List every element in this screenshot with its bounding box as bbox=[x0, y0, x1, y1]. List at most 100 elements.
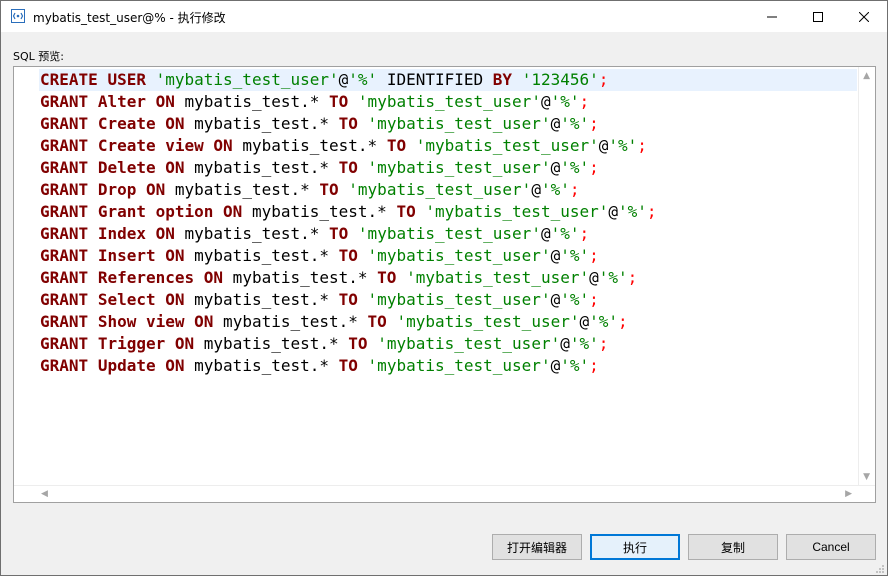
sql-token: ON bbox=[165, 356, 185, 375]
scroll-down-icon[interactable]: ▼ bbox=[863, 472, 870, 482]
sql-token: 'mybatis_test_user' bbox=[377, 334, 561, 353]
sql-token: ON bbox=[213, 136, 233, 155]
sql-token: TO bbox=[329, 224, 349, 243]
sql-token: ON bbox=[165, 114, 185, 133]
sql-token: Create view bbox=[97, 136, 204, 155]
scroll-right-icon[interactable]: ▶ bbox=[845, 489, 852, 499]
sql-token: @ bbox=[550, 356, 561, 375]
sql-line[interactable]: GRANT Delete ON mybatis_test.* TO 'mybat… bbox=[39, 157, 857, 179]
sql-token: USER bbox=[107, 70, 146, 89]
open-editor-button[interactable]: 打开编辑器 bbox=[492, 534, 582, 560]
sql-token: 'mybatis_test_user' bbox=[357, 92, 541, 111]
sql-token: References bbox=[97, 268, 195, 287]
sql-line[interactable]: GRANT Create view ON mybatis_test.* TO '… bbox=[39, 135, 857, 157]
sql-line[interactable]: GRANT References ON mybatis_test.* TO 'm… bbox=[39, 267, 857, 289]
title-bar[interactable]: mybatis_test_user@% - 执行修改 bbox=[1, 1, 887, 32]
sql-code-area[interactable]: CREATE USER 'mybatis_test_user'@'%' IDEN… bbox=[39, 69, 857, 486]
editor-gutter bbox=[14, 67, 38, 486]
sql-line[interactable]: GRANT Drop ON mybatis_test.* TO 'mybatis… bbox=[39, 179, 857, 201]
sql-token: @ bbox=[560, 334, 570, 353]
sql-token: @ bbox=[540, 224, 551, 243]
resize-grip-icon[interactable] bbox=[875, 563, 885, 573]
sql-token: GRANT bbox=[40, 312, 89, 331]
sql-token: mybatis_test.* bbox=[184, 356, 339, 375]
scroll-up-icon[interactable]: ▲ bbox=[863, 71, 870, 81]
sql-line[interactable]: GRANT Update ON mybatis_test.* TO 'mybat… bbox=[39, 355, 857, 377]
sql-token: TO bbox=[338, 246, 358, 265]
copy-button[interactable]: 复制 bbox=[688, 534, 778, 560]
sql-line[interactable]: GRANT Create ON mybatis_test.* TO 'mybat… bbox=[39, 113, 857, 135]
sql-token: CREATE bbox=[40, 70, 98, 89]
sql-token: Update bbox=[97, 356, 156, 375]
close-button[interactable] bbox=[841, 1, 887, 32]
sql-token: mybatis_test.* bbox=[223, 268, 378, 287]
sql-token: ; bbox=[589, 356, 599, 375]
sql-token: TO bbox=[338, 158, 358, 177]
database-user-icon bbox=[11, 9, 25, 23]
sql-token: GRANT bbox=[40, 356, 89, 375]
sql-token: @ bbox=[598, 136, 609, 155]
sql-token: ; bbox=[589, 158, 599, 177]
sql-token: ; bbox=[598, 70, 609, 89]
sql-line[interactable]: GRANT Insert ON mybatis_test.* TO 'mybat… bbox=[39, 245, 857, 267]
sql-line[interactable]: GRANT Alter ON mybatis_test.* TO 'mybati… bbox=[39, 91, 857, 113]
sql-line[interactable]: GRANT Select ON mybatis_test.* TO 'mybat… bbox=[39, 289, 857, 311]
window-title: mybatis_test_user@% - 执行修改 bbox=[33, 11, 226, 25]
sql-token: ; bbox=[627, 268, 638, 287]
minimize-button[interactable] bbox=[749, 1, 795, 32]
sql-token: ON bbox=[194, 312, 214, 331]
sql-token: GRANT bbox=[40, 158, 89, 177]
horizontal-scrollbar[interactable]: ◀ ▶ bbox=[14, 485, 875, 502]
sql-token: mybatis_test.* bbox=[184, 158, 339, 177]
sql-token: Show view bbox=[97, 312, 185, 331]
sql-line[interactable]: CREATE USER 'mybatis_test_user'@'%' IDEN… bbox=[39, 69, 857, 91]
sql-line[interactable]: GRANT Index ON mybatis_test.* TO 'mybati… bbox=[39, 223, 857, 245]
sql-line[interactable]: GRANT Show view ON mybatis_test.* TO 'my… bbox=[39, 311, 857, 333]
sql-token: '%' bbox=[550, 224, 580, 243]
sql-token: Create bbox=[97, 114, 156, 133]
sql-line[interactable]: GRANT Trigger ON mybatis_test.* TO 'myba… bbox=[39, 333, 857, 355]
sql-token: @ bbox=[589, 268, 599, 287]
sql-token: ON bbox=[174, 334, 195, 353]
sql-token: GRANT bbox=[40, 136, 89, 155]
sql-token: ; bbox=[618, 312, 628, 331]
sql-preview-editor[interactable]: CREATE USER 'mybatis_test_user'@'%' IDEN… bbox=[13, 66, 876, 503]
maximize-button[interactable] bbox=[795, 1, 841, 32]
execute-button[interactable]: 执行 bbox=[590, 534, 680, 560]
sql-preview-label: SQL 预览: bbox=[13, 50, 64, 63]
sql-token: mybatis_test.* bbox=[184, 114, 339, 133]
sql-token: 'mybatis_test_user' bbox=[357, 224, 541, 243]
sql-token: ; bbox=[637, 136, 647, 155]
sql-token: ; bbox=[589, 290, 599, 309]
sql-token: 'mybatis_test_user' bbox=[406, 268, 590, 287]
sql-token: TO bbox=[338, 114, 358, 133]
sql-token: 'mybatis_test_user' bbox=[348, 180, 532, 199]
sql-token: mybatis_test.* bbox=[242, 202, 397, 221]
vertical-scrollbar[interactable]: ▲ ▼ bbox=[858, 67, 875, 486]
sql-token: '%' bbox=[598, 268, 628, 287]
sql-token: '%' bbox=[560, 158, 590, 177]
sql-token: TO bbox=[396, 202, 416, 221]
sql-token: mybatis_test.* bbox=[174, 224, 330, 243]
scroll-left-icon[interactable]: ◀ bbox=[41, 489, 48, 499]
sql-token: IDENTIFIED bbox=[377, 70, 493, 89]
sql-line[interactable]: GRANT Grant option ON mybatis_test.* TO … bbox=[39, 201, 857, 223]
sql-token: @ bbox=[550, 114, 561, 133]
sql-token: TO bbox=[377, 268, 397, 287]
cancel-button[interactable]: Cancel bbox=[786, 534, 876, 560]
